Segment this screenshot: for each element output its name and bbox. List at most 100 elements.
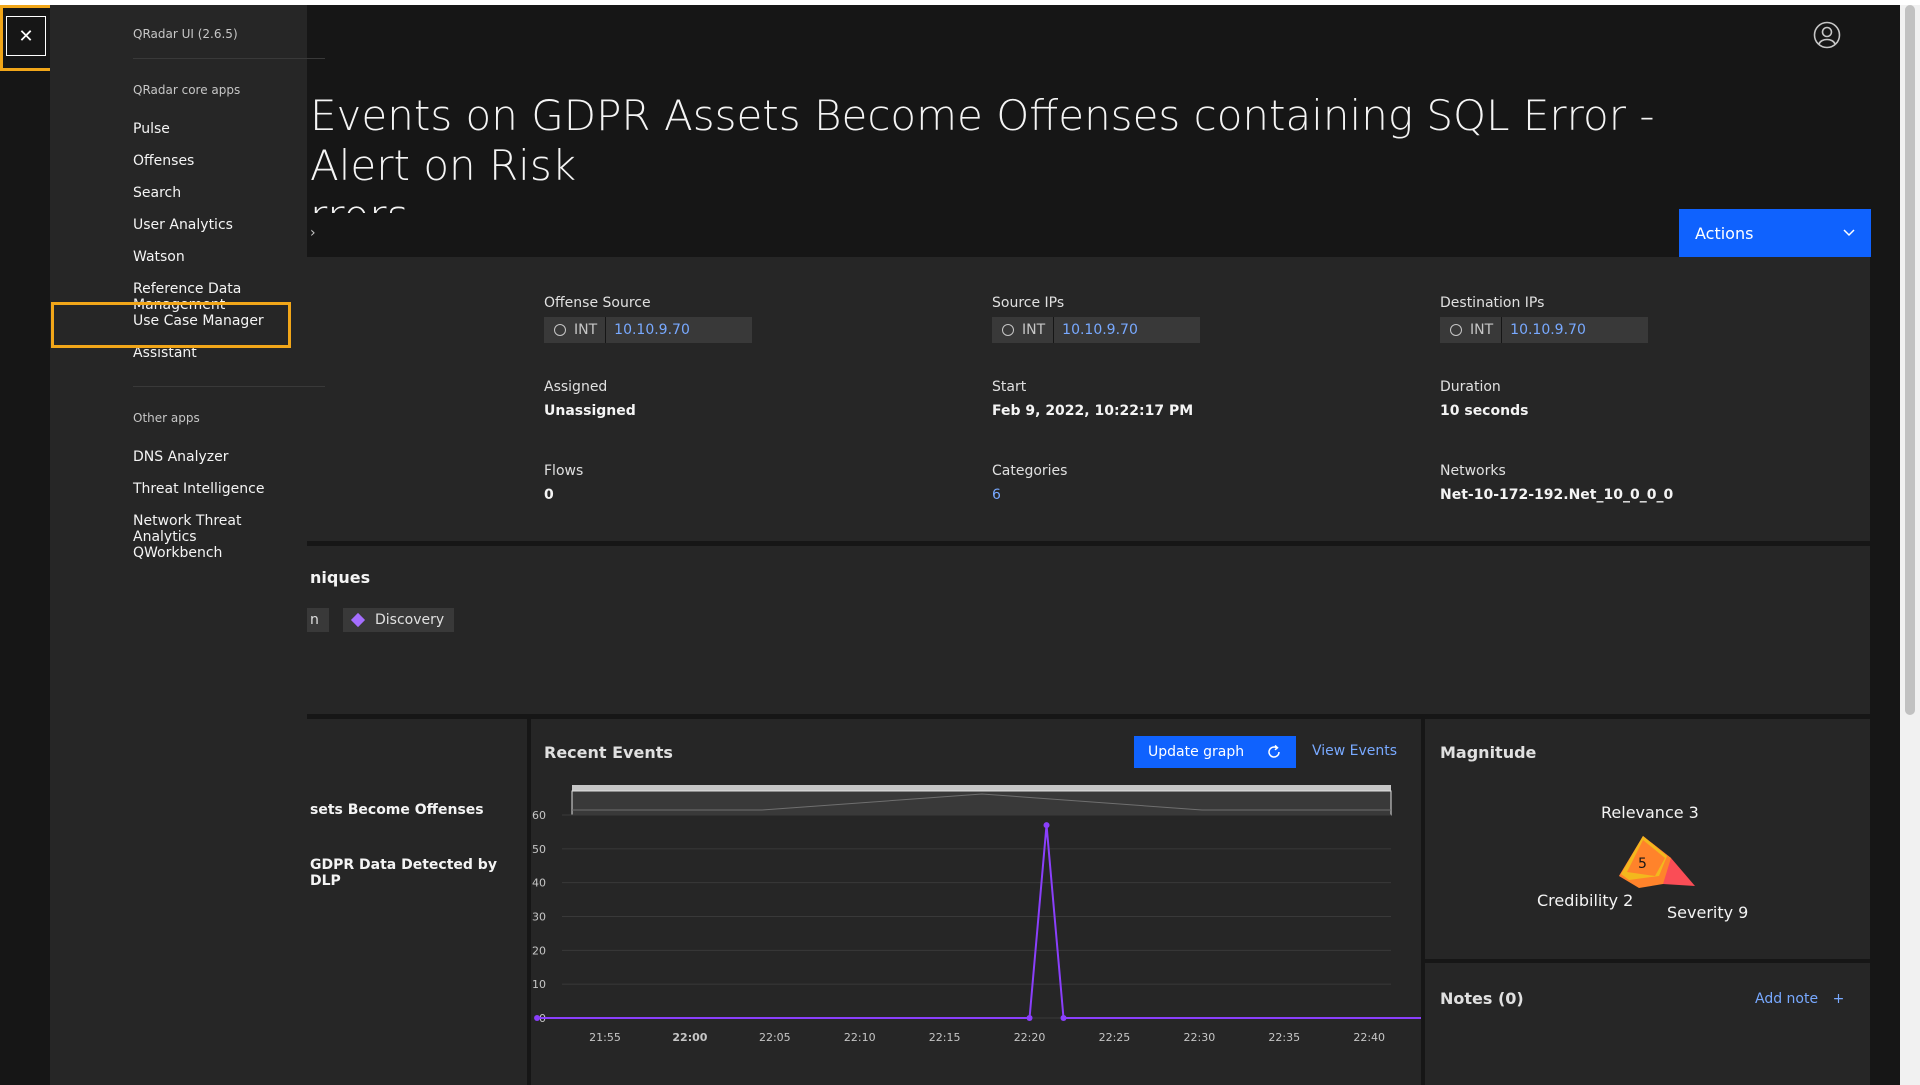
core-apps-heading: QRadar core apps [133, 83, 241, 97]
add-note-button[interactable]: Add note + [1755, 991, 1844, 1007]
networks-value: Net-10-172-192.Net_10_0_0_0 [1440, 487, 1674, 503]
flows-value: 0 [544, 487, 554, 503]
series-line [537, 825, 1421, 1019]
x-tick-label: 22:40 [1353, 1031, 1385, 1044]
assigned-field: Assigned Unassigned [544, 379, 636, 419]
refresh-icon [1268, 744, 1280, 758]
start-value: Feb 9, 2022, 10:22:17 PM [992, 403, 1194, 419]
technique-tag-label: Discovery [375, 612, 445, 628]
ip-address-link[interactable]: 10.10.9.70 [1502, 322, 1586, 338]
y-tick-label: 40 [532, 877, 546, 890]
destination-ips-field: Destination IPs INT 10.10.9.70 [1440, 295, 1648, 343]
divider [133, 58, 325, 59]
data-point [1026, 1015, 1033, 1021]
offense-source-tag[interactable]: INT 10.10.9.70 [544, 317, 752, 343]
plus-icon: + [1832, 991, 1845, 1007]
duration-field: Duration 10 seconds [1440, 379, 1528, 419]
recent-events-title: Recent Events [544, 743, 673, 762]
x-tick-label: 22:05 [759, 1031, 791, 1044]
y-tick-label: 60 [532, 809, 546, 822]
x-tick-label: 22:35 [1268, 1031, 1300, 1044]
menu-item-user-analytics[interactable]: User Analytics [133, 217, 233, 233]
page-scrollbar[interactable] [1900, 5, 1920, 1085]
flows-label: Flows [544, 463, 584, 479]
menu-item-network-threat-analytics[interactable]: Network Threat Analytics [133, 513, 307, 545]
x-tick-label: 22:15 [929, 1031, 961, 1044]
ip-kind: INT [1470, 317, 1503, 343]
x-tick-label: 22:10 [844, 1031, 876, 1044]
source-ips-field: Source IPs INT 10.10.9.70 [992, 295, 1200, 343]
networks-field: Networks Net-10-172-192.Net_10_0_0_0 [1440, 463, 1673, 503]
offense-source-field: Offense Source INT 10.10.9.70 [544, 295, 752, 343]
other-apps-heading: Other apps [133, 411, 200, 425]
menu-item-offenses[interactable]: Offenses [133, 153, 194, 169]
y-tick-label: 50 [532, 843, 546, 856]
start-field: Start Feb 9, 2022, 10:22:17 PM [992, 379, 1193, 419]
user-avatar-icon[interactable] [1813, 21, 1841, 49]
navigator-window [571, 790, 1392, 816]
ip-kind: INT [574, 317, 607, 343]
ip-address-link[interactable]: 10.10.9.70 [606, 322, 690, 338]
categories-label: Categories [992, 463, 1068, 479]
categories-field: Categories 6 [992, 463, 1067, 503]
menu-item-dns-analyzer[interactable]: DNS Analyzer [133, 449, 229, 465]
left-rail: ✕ [0, 5, 50, 1085]
categories-link[interactable]: 6 [992, 487, 1067, 503]
destination-ip-tag[interactable]: INT 10.10.9.70 [1440, 317, 1648, 343]
actions-button[interactable]: Actions [1679, 209, 1871, 257]
circle-icon [1450, 324, 1462, 336]
magnitude-panel: Magnitude 5 Relevance 3 Credibility 2 Se… [1425, 719, 1870, 959]
menu-item-threat-intelligence[interactable]: Threat Intelligence [133, 481, 264, 497]
x-tick-label: 22:25 [1099, 1031, 1131, 1044]
circle-icon [1002, 324, 1014, 336]
update-graph-label: Update graph [1148, 744, 1245, 760]
y-tick-label: 20 [532, 944, 546, 957]
notes-panel: Notes (0) Add note + [1425, 963, 1870, 1085]
technique-tag-discovery[interactable]: Discovery [343, 608, 455, 632]
offense-source-label: Offense Source [544, 295, 651, 311]
menu-item-watson[interactable]: Watson [133, 249, 185, 265]
ip-kind: INT [1022, 317, 1055, 343]
notes-title: Notes (0) [1440, 989, 1524, 1008]
data-point [1043, 822, 1050, 829]
duration-value: 10 seconds [1440, 403, 1529, 419]
recent-events-panel: Recent Events Update graph View Events 0… [531, 719, 1421, 1085]
x-tick-label: 22:30 [1184, 1031, 1216, 1044]
menu-header: QRadar UI (2.6.5) [133, 27, 238, 41]
x-tick-label: 21:55 [589, 1031, 621, 1044]
navigator-handle [572, 785, 1391, 791]
scrollbar-thumb[interactable] [1905, 5, 1915, 715]
y-tick-label: 10 [532, 978, 546, 991]
page-title-line-1: Events on GDPR Assets Become Offenses co… [310, 91, 1655, 190]
y-tick-label: 30 [532, 911, 546, 924]
flows-field: Flows 0 [544, 463, 583, 503]
networks-label: Networks [1440, 463, 1506, 479]
ip-address-link[interactable]: 10.10.9.70 [1054, 322, 1138, 338]
actions-label: Actions [1695, 223, 1754, 243]
view-events-link[interactable]: View Events [1312, 743, 1397, 759]
destination-ips-label: Destination IPs [1440, 295, 1545, 311]
assigned-value: Unassigned [544, 403, 636, 419]
menu-item-pulse[interactable]: Pulse [133, 121, 170, 137]
x-tick-label: 22:20 [1014, 1031, 1046, 1044]
assigned-label: Assigned [544, 379, 608, 395]
recent-events-chart[interactable]: 010203040506021:55 22:00 22:05 22:10 22:15 22… [531, 777, 1421, 1082]
menu-item-qworkbench[interactable]: QWorkbench [133, 545, 222, 561]
menu-item-search[interactable]: Search [133, 185, 181, 201]
use-case-manager-highlight [51, 302, 291, 348]
chevron-down-icon [1843, 229, 1855, 237]
start-label: Start [992, 379, 1027, 395]
magnitude-title: Magnitude [1440, 743, 1537, 762]
magnitude-value: 5 [1638, 856, 1647, 872]
credibility-label: Credibility 2 [1537, 891, 1634, 910]
rule-link[interactable]: sets Become Offenses [310, 802, 484, 818]
update-graph-button[interactable]: Update graph [1134, 736, 1296, 768]
duration-label: Duration [1440, 379, 1501, 395]
technique-tag-label: n [310, 612, 319, 628]
x-tick-label: 22:00 [672, 1031, 707, 1044]
source-ip-tag[interactable]: INT 10.10.9.70 [992, 317, 1200, 343]
tab-overflow-glyph[interactable]: › [310, 225, 316, 241]
divider [133, 386, 325, 387]
rule-link[interactable]: GDPR Data Detected by DLP [310, 857, 527, 889]
diamond-icon [350, 612, 366, 628]
